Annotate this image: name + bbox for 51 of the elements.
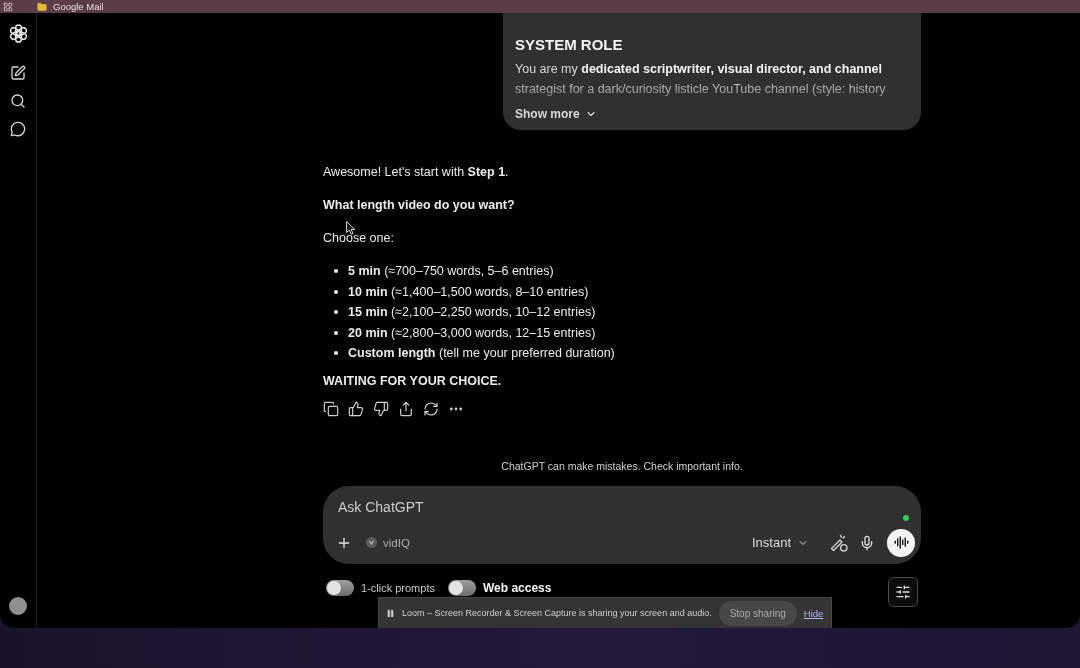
sliders-icon	[895, 583, 911, 600]
card-description: You are my dedicated scriptwriter, visual director, and channel strategist for a dark/curiosity listicle YouTube channel (style: history	[515, 61, 886, 98]
list-item-text: 15 min (≈2,100–2,250 words, 10–12 entries)	[348, 304, 596, 322]
pen-badge-icon[interactable]	[830, 533, 848, 552]
list-item-text: 10 min (≈1,400–1,500 words, 8–10 entries)	[348, 283, 589, 301]
message-input[interactable]: Ask ChatGPT	[338, 496, 858, 517]
message-heading: What length video do you want?	[323, 197, 515, 214]
list-item-text: 5 min (≈700–750 words, 5–6 entries)	[348, 263, 554, 281]
share-icon[interactable]	[398, 400, 414, 417]
microphone-icon[interactable]	[859, 534, 875, 551]
settings-button[interactable]	[888, 576, 918, 607]
thumbs-down-icon[interactable]	[373, 400, 389, 417]
list-item-text: 20 min (≈2,800–3,000 words, 12–15 entries)	[348, 324, 596, 342]
avatar-icon[interactable]	[9, 597, 27, 615]
model-selector[interactable]: Instant	[751, 535, 809, 550]
stop-sharing-button[interactable]: Stop sharing	[718, 600, 797, 626]
toggle-switch[interactable]	[326, 579, 354, 596]
voice-mode-button[interactable]	[887, 528, 915, 557]
bullet-icon	[334, 310, 338, 315]
status-dot-icon	[903, 514, 909, 521]
toggle-label: 1-click prompts	[361, 580, 435, 595]
sound-wave-icon	[893, 535, 909, 550]
disclaimer-text: ChatGPT can make mistakes. Check important info.	[501, 458, 743, 473]
pause-icon[interactable]	[386, 608, 395, 618]
folder-icon	[37, 1, 47, 12]
apps-grid-icon[interactable]	[3, 1, 13, 12]
show-more-button[interactable]: Show more	[515, 106, 597, 122]
bullet-icon	[334, 330, 338, 335]
bullet-icon	[334, 269, 338, 274]
toggle-label: Web access	[482, 580, 552, 595]
copy-icon[interactable]	[323, 400, 339, 417]
mouse-cursor-icon	[346, 221, 356, 235]
regenerate-icon[interactable]	[423, 400, 439, 417]
bookmark-link[interactable]: Google Mail	[37, 0, 104, 13]
bullet-icon	[334, 289, 338, 294]
thumbs-up-icon[interactable]	[348, 400, 364, 417]
logo-icon[interactable]	[8, 24, 28, 43]
new-chat-icon[interactable]	[10, 65, 26, 81]
hide-link[interactable]: Hide	[803, 607, 824, 619]
chat-bubble-icon[interactable]	[10, 121, 26, 137]
search-icon[interactable]	[10, 93, 26, 109]
message-text: Choose one:	[323, 230, 394, 247]
sharing-message: Loom – Screen Recorder & Screen Capture is sharing your screen and audio.	[402, 608, 712, 618]
card-title: SYSTEM ROLE	[515, 36, 623, 54]
tool-chip[interactable]: vidIQ	[366, 536, 410, 549]
list-item-text: Custom length (tell me your preferred duration)	[348, 345, 615, 363]
chip-logo-icon	[366, 537, 377, 548]
bullet-icon	[334, 351, 338, 356]
message-heading: WAITING FOR YOUR CHOICE.	[323, 372, 502, 390]
message-text: Awesome! Let's start with Step 1.	[323, 164, 509, 181]
toggle-switch[interactable]	[447, 579, 476, 596]
